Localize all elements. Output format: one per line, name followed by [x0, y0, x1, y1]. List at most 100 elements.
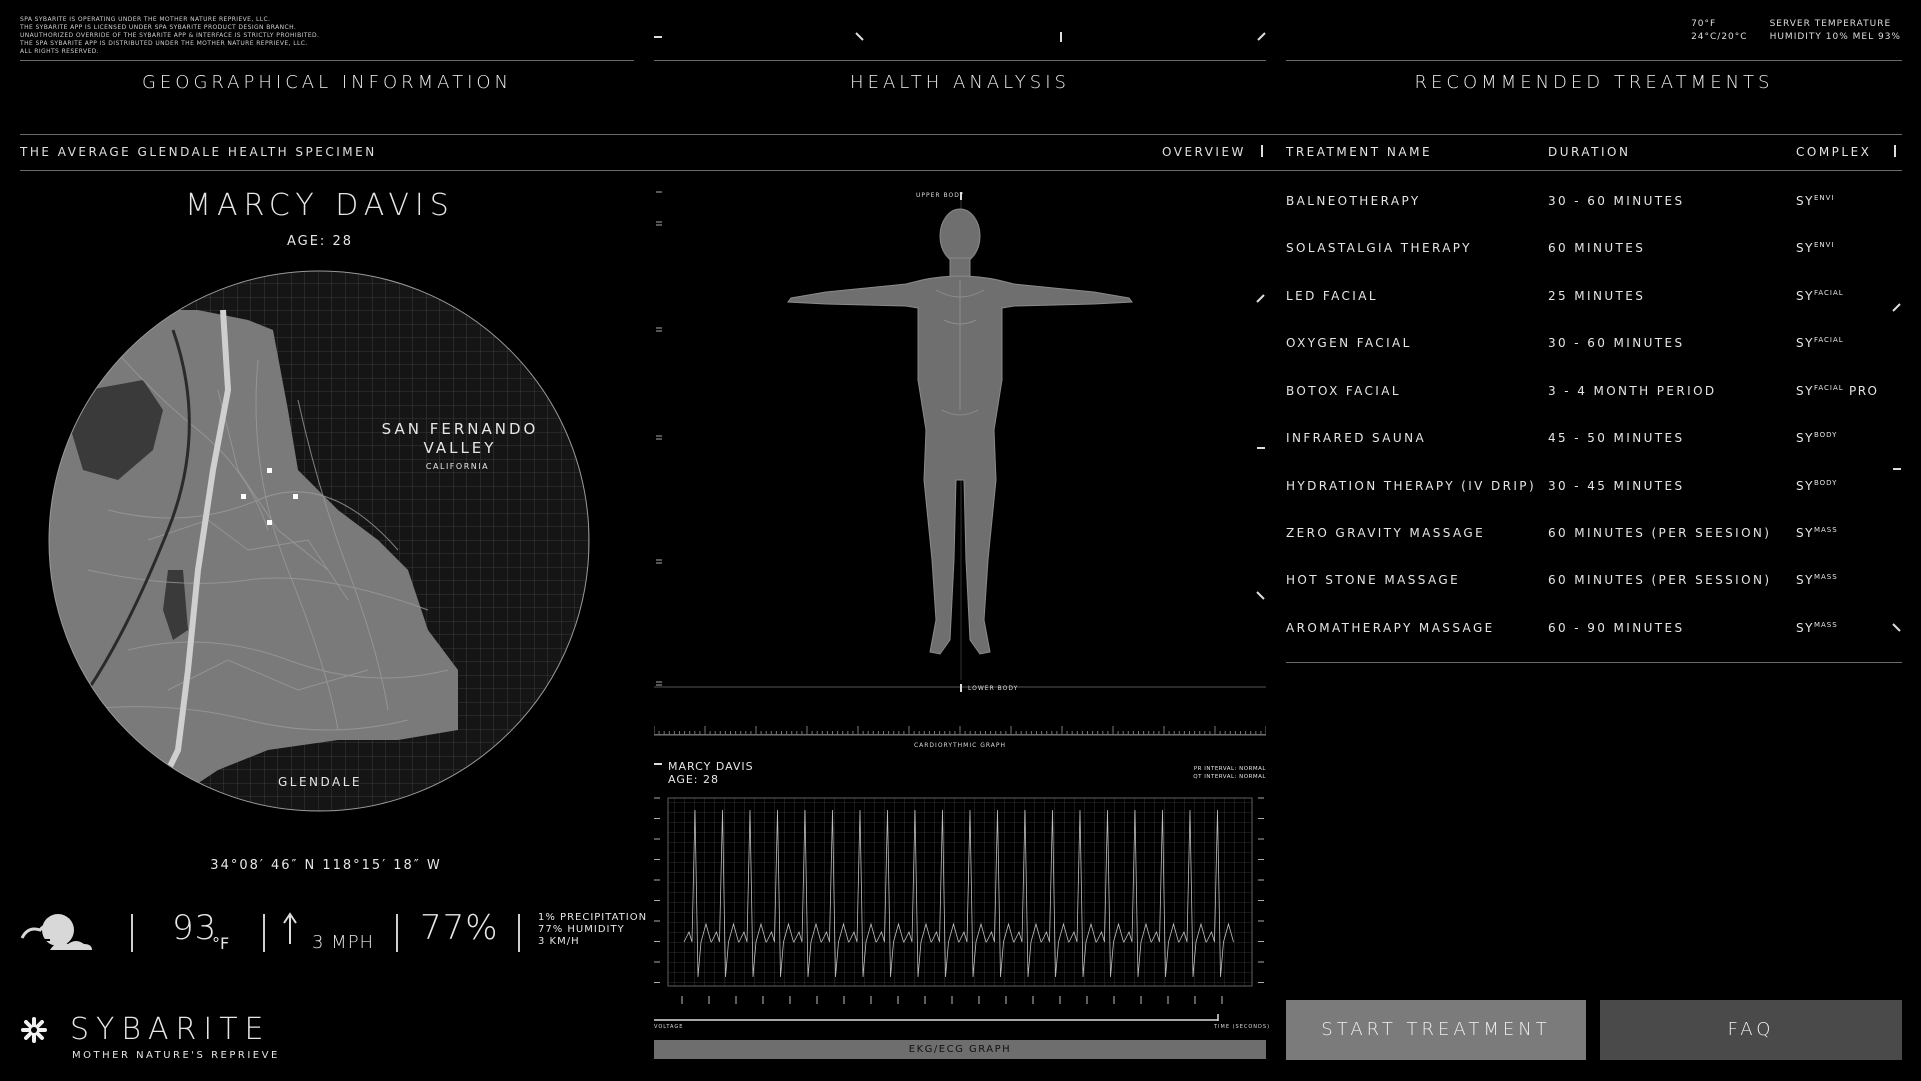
weather-divider	[263, 914, 265, 952]
treatment-duration: 60 MINUTES (PER SEESION)	[1548, 526, 1772, 540]
divider	[20, 170, 1902, 171]
ecg-graph[interactable]	[654, 792, 1266, 1022]
treatment-row[interactable]: SOLASTALGIA THERAPY 60 MINUTES SYENVI	[1286, 241, 1902, 261]
map-label-valley: SAN FERNANDO VALLEY	[370, 420, 550, 458]
map-valley-line: SAN FERNANDO	[381, 420, 539, 438]
treatment-duration: 3 - 4 MONTH PERIOD	[1548, 384, 1717, 398]
cardio-graph-title: CARDIORYTHMIC GRAPH	[913, 742, 1007, 749]
treatment-duration: 60 MINUTES (PER SESSION)	[1548, 573, 1772, 587]
treatment-duration: 30 - 60 MINUTES	[1548, 194, 1685, 208]
treatment-name: HYDRATION THERAPY (IV DRIP)	[1286, 479, 1537, 493]
treatment-row[interactable]: HOT STONE MASSAGE 60 MINUTES (PER SESSIO…	[1286, 573, 1902, 593]
treatment-name: AROMATHERAPY MASSAGE	[1286, 621, 1495, 635]
treatment-name: BALNEOTHERAPY	[1286, 194, 1421, 208]
treatment-complex: SYBODY	[1796, 479, 1838, 493]
treatment-duration: 60 - 90 MINUTES	[1548, 621, 1685, 635]
treatment-name: ZERO GRAVITY MASSAGE	[1286, 526, 1486, 540]
treatment-name: BOTOX FACIAL	[1286, 384, 1401, 398]
voltage-label: VOLTAGE	[654, 1024, 684, 1030]
qt-interval: QT INTERVAL: NORMAL	[1193, 774, 1266, 780]
treatment-duration: 45 - 50 MINUTES	[1548, 431, 1685, 445]
treatments-panel-title: RECOMMENDED TREATMENTS	[1414, 72, 1774, 93]
divider	[1286, 60, 1902, 61]
geo-panel-title: GEOGRAPHICAL INFORMATION	[141, 72, 513, 93]
server-temp-c: 24°C/20°C	[1691, 32, 1748, 42]
legal-line: THE SYBARITE APP IS LICENSED UNDER SPA S…	[20, 24, 297, 31]
treatment-name: SOLASTALGIA THERAPY	[1286, 241, 1472, 255]
treatment-row[interactable]: BALNEOTHERAPY 30 - 60 MINUTES SYENVI	[1286, 194, 1902, 214]
treatment-complex: SYMASS	[1796, 621, 1838, 635]
ecg-graph-button[interactable]: EKG/ECG GRAPH	[654, 1040, 1266, 1059]
treatment-name: OXYGEN FACIAL	[1286, 336, 1412, 350]
divider	[654, 60, 1266, 61]
weather-divider	[131, 914, 133, 952]
ecg-intervals: PR INTERVAL: NORMAL QT INTERVAL: NORMAL	[1180, 765, 1266, 781]
pr-interval: PR INTERVAL: NORMAL	[1193, 766, 1266, 772]
divider	[1286, 662, 1902, 663]
treatment-complex: SYENVI	[1796, 194, 1835, 208]
profile-name: MARCY DAVIS	[185, 188, 455, 223]
treatment-row[interactable]: BOTOX FACIAL 3 - 4 MONTH PERIOD SYFACIAL…	[1286, 384, 1902, 404]
partly-cloudy-icon	[20, 914, 92, 950]
health-panel-title: HEALTH ANALYSIS	[850, 72, 1070, 93]
treatment-complex: SYFACIAL PRO	[1796, 384, 1879, 398]
map-valley-line: VALLEY	[423, 439, 497, 457]
temperature-unit: °F	[212, 934, 230, 953]
upper-body-label: UPPER BODY	[916, 192, 965, 199]
treatment-row[interactable]: HYDRATION THERAPY (IV DRIP) 30 - 45 MINU…	[1286, 479, 1902, 499]
treatment-row[interactable]: LED FACIAL 25 MINUTES SYFACIAL	[1286, 289, 1902, 309]
ecg-patient-age: AGE: 28	[668, 773, 720, 786]
weather-divider	[396, 914, 398, 952]
treatment-duration: 30 - 60 MINUTES	[1548, 336, 1685, 350]
overview-tab[interactable]: OVERVIEW	[1162, 145, 1246, 159]
legal-line: ALL RIGHTS RESERVED.	[20, 48, 100, 55]
temperature-value: 93	[172, 908, 218, 948]
top-tick-marks	[654, 32, 1266, 42]
weather-details: 1% PRECIPITATION 77% HUMIDITY 3 KM/H	[538, 912, 647, 948]
humidity-value: 77%	[420, 908, 499, 948]
map-label-state: CALIFORNIA	[425, 462, 490, 471]
treatment-row[interactable]: AROMATHERAPY MASSAGE 60 - 90 MINUTES SYM…	[1286, 621, 1902, 641]
wind-speed: 3 MPH	[312, 932, 375, 953]
start-treatment-button[interactable]: START TREATMENT	[1286, 1000, 1586, 1060]
treatment-complex: SYMASS	[1796, 526, 1838, 540]
server-status: 70°F 24°C/20°C SERVER TEMPERATURE HUMIDI…	[1691, 18, 1901, 44]
col-header-complex[interactable]: COMPLEX	[1796, 145, 1871, 159]
legal-line: THE SPA SYBARITE APP IS DISTRIBUTED UNDE…	[20, 40, 308, 47]
tick-mark	[1894, 145, 1896, 157]
divider	[20, 134, 1902, 135]
geo-subtitle: THE AVERAGE GLENDALE HEALTH SPECIMEN	[20, 145, 377, 159]
treatment-duration: 30 - 45 MINUTES	[1548, 479, 1685, 493]
treatment-row[interactable]: ZERO GRAVITY MASSAGE 60 MINUTES (PER SEE…	[1286, 526, 1902, 546]
server-temp-label: SERVER TEMPERATURE	[1769, 19, 1892, 29]
humidity-detail: 77% HUMIDITY	[538, 924, 625, 935]
treatment-complex: SYFACIAL	[1796, 289, 1844, 303]
faq-button[interactable]: FAQ	[1600, 1000, 1902, 1060]
body-figure-area[interactable]	[654, 180, 1266, 700]
weather-divider	[518, 914, 520, 952]
server-temp-f: 70°F	[1691, 19, 1717, 29]
col-header-name[interactable]: TREATMENT NAME	[1286, 145, 1432, 159]
legal-line: UNAUTHORIZED OVERRIDE OF THE SYBARITE AP…	[20, 32, 320, 39]
tick-mark	[960, 684, 962, 692]
treatment-complex: SYFACIAL	[1796, 336, 1844, 350]
treatment-complex: SYBODY	[1796, 431, 1838, 445]
treatment-row[interactable]: INFRARED SAUNA 45 - 50 MINUTES SYBODY	[1286, 431, 1902, 451]
treatment-duration: 60 MINUTES	[1548, 241, 1646, 255]
treatment-complex: SYENVI	[1796, 241, 1835, 255]
col-header-duration[interactable]: DURATION	[1548, 145, 1630, 159]
treatment-name: LED FACIAL	[1286, 289, 1378, 303]
treatment-name: INFRARED SAUNA	[1286, 431, 1427, 445]
treatment-row[interactable]: OXYGEN FACIAL 30 - 60 MINUTES SYFACIAL	[1286, 336, 1902, 356]
sybarite-logo-icon	[21, 1017, 47, 1043]
treatment-duration: 25 MINUTES	[1548, 289, 1646, 303]
precipitation: 1% PRECIPITATION	[538, 912, 648, 923]
time-label: TIME (SECONDS)	[1214, 1024, 1271, 1030]
brand-tagline: MOTHER NATURE'S REPRIEVE	[72, 1050, 280, 1061]
ecg-patient-name: MARCY DAVIS	[668, 760, 754, 773]
dash-icon	[654, 763, 662, 765]
treatment-name: HOT STONE MASSAGE	[1286, 573, 1461, 587]
location-map[interactable]	[48, 270, 590, 812]
legal-notice: SPA SYBARITE IS OPERATING UNDER THE MOTH…	[20, 16, 319, 56]
tick-mark	[1261, 145, 1263, 157]
